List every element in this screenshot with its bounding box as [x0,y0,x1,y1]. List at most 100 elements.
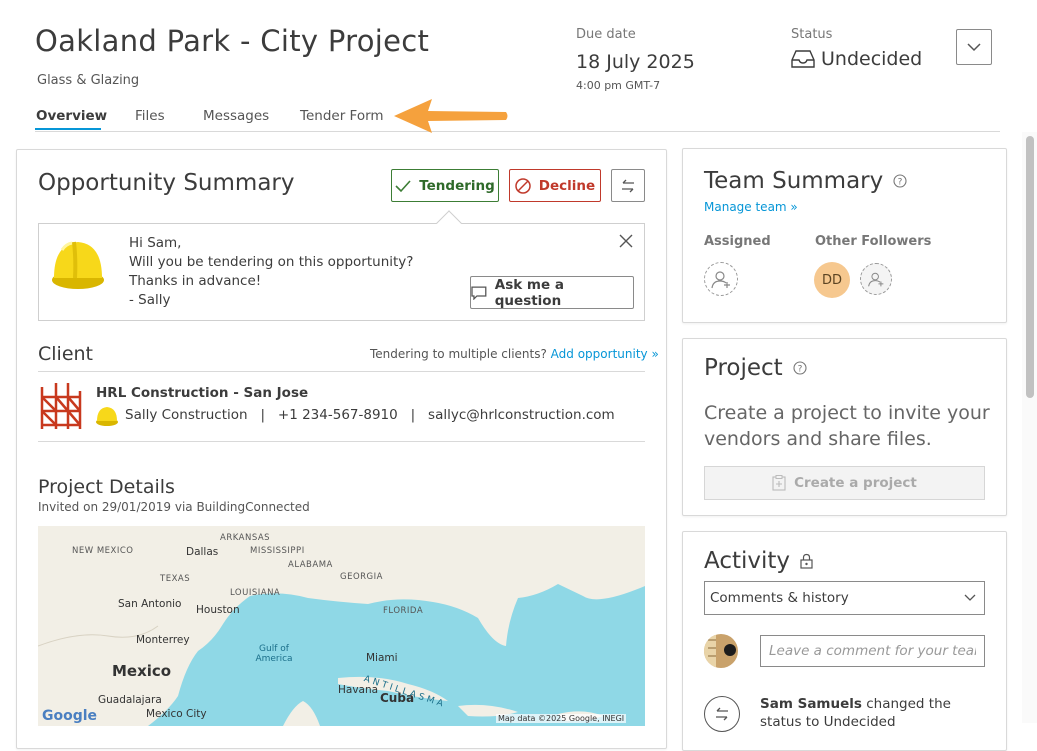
swap-arrows-icon [716,707,728,721]
history-entry: Sam Samuels changed the status to Undeci… [760,695,960,731]
status-change-icon [704,696,740,732]
manage-team-link[interactable]: Manage team » [704,200,798,214]
divider [38,441,645,442]
due-time-value: 4:00 pm GMT-7 [576,79,661,92]
client-company-name: HRL Construction - San Jose [96,385,309,401]
status-display: Undecided [791,48,922,70]
project-location-map[interactable]: NEW MEXICO Dallas ARKANSAS MISSISSIPPI A… [38,526,645,726]
team-summary-title: Team Summary ? [704,168,907,194]
activity-filter-value: Comments & history [710,590,849,606]
map-label: LOUISIANA [230,588,281,598]
map-label: San Antonio [118,598,182,610]
page-subtitle: Glass & Glazing [37,73,140,88]
activity-title: Activity [704,548,813,574]
map-label: Guadalajara [98,694,162,706]
map-label: Mexico [112,662,172,680]
other-followers-label: Other Followers [815,234,932,249]
history-user: Sam Samuels [760,696,862,712]
tendering-label: Tendering [419,177,495,194]
check-icon [395,179,411,192]
map-label: FLORIDA [383,606,424,616]
map-label: TEXAS [160,574,191,584]
tab-tender-form[interactable]: Tender Form [300,108,384,124]
map-label: GEORGIA [340,572,383,582]
map-label: MISSISSIPPI [250,546,305,556]
orange-arrow-annotation [394,99,508,133]
chat-bubble-icon [471,285,487,300]
create-project-label: Create a project [794,475,917,491]
invited-info: Invited on 29/01/2019 via BuildingConnec… [38,500,310,514]
assigned-label: Assigned [704,234,771,249]
map-label: ARKANSAS [220,533,271,543]
hard-hat-icon [52,241,104,289]
svg-text:?: ? [898,178,903,188]
map-label: Monterrey [136,634,190,646]
client-section-title: Client [38,343,94,365]
map-label: ALABAMA [288,560,333,570]
client-contact-line: Sally Construction | +1 234-567-8910 | s… [125,407,615,423]
tab-messages[interactable]: Messages [203,108,269,124]
help-circle-icon[interactable]: ? [793,361,807,375]
create-project-button[interactable]: Create a project [704,466,985,500]
due-date-value: 18 July 2025 [576,51,695,73]
comment-input[interactable] [760,635,985,667]
opportunity-summary-title: Opportunity Summary [38,170,295,196]
ask-question-label: Ask me a question [494,276,564,309]
swap-arrows-icon [622,179,634,192]
add-follower-button[interactable] [860,263,892,295]
map-label: Houston [196,604,240,616]
clipboard-plus-icon [772,475,786,491]
svg-text:?: ? [797,365,802,375]
chevron-down-icon [964,594,976,601]
lock-icon [800,553,813,569]
contact-phone: +1 234-567-8910 [277,407,398,423]
project-description: Create a project to invite your vendors … [704,402,990,450]
contact-email: sallyc@hrlconstruction.com [428,407,615,423]
tabs-divider [35,131,1000,132]
follower-avatar[interactable]: DD [814,262,850,298]
scrollbar-thumb[interactable] [1026,136,1034,398]
transfer-button[interactable] [611,169,645,202]
project-details-title: Project Details [38,476,175,498]
activity-filter-select[interactable]: Comments & history [704,581,985,615]
message-line: - Sally [129,292,171,308]
inbox-icon [791,50,815,68]
avatar [704,634,738,668]
ask-question-button[interactable]: Ask me a question [470,276,634,309]
message-line: Thanks in advance! [129,273,262,289]
scaffold-logo-icon [40,383,82,429]
tab-overview[interactable]: Overview [36,108,107,124]
google-logo: Google [42,708,98,724]
map-label: Miami [366,652,398,664]
map-label: Dallas [186,546,219,558]
chevron-down-icon [967,43,981,52]
status-value: Undecided [821,48,923,70]
decline-label: Decline [538,177,596,194]
due-date-label: Due date [576,27,636,42]
project-title: Project ? [704,355,807,381]
status-dropdown-button[interactable] [956,29,992,65]
message-line: Hi Sam, [129,235,182,251]
prohibited-icon [515,177,531,194]
divider [38,371,645,372]
close-icon[interactable] [617,232,635,250]
add-user-icon [711,271,730,289]
contact-name: Sally Construction [125,407,248,423]
status-label: Status [791,27,833,42]
active-tab-indicator [35,128,101,130]
map-attribution: Map data ©2025 Google, INEGI [496,714,627,723]
hard-hat-icon [96,407,118,426]
tab-files[interactable]: Files [135,108,165,124]
map-label: Mexico City [146,708,207,720]
map-label: Gulf of America [255,644,293,664]
page-title: Oakland Park - City Project [35,24,430,58]
help-circle-icon[interactable]: ? [893,174,907,188]
user-photo-icon [704,634,738,668]
add-opportunity-link[interactable]: Add opportunity » [551,347,659,361]
message-line: Will you be tendering on this opportunit… [129,254,414,270]
tendering-button[interactable]: Tendering [391,169,499,202]
map-label: NEW MEXICO [72,546,134,556]
assign-user-button[interactable] [704,262,738,296]
multiple-clients-note: Tendering to multiple clients? Add oppor… [370,347,659,361]
decline-button[interactable]: Decline [509,169,601,202]
